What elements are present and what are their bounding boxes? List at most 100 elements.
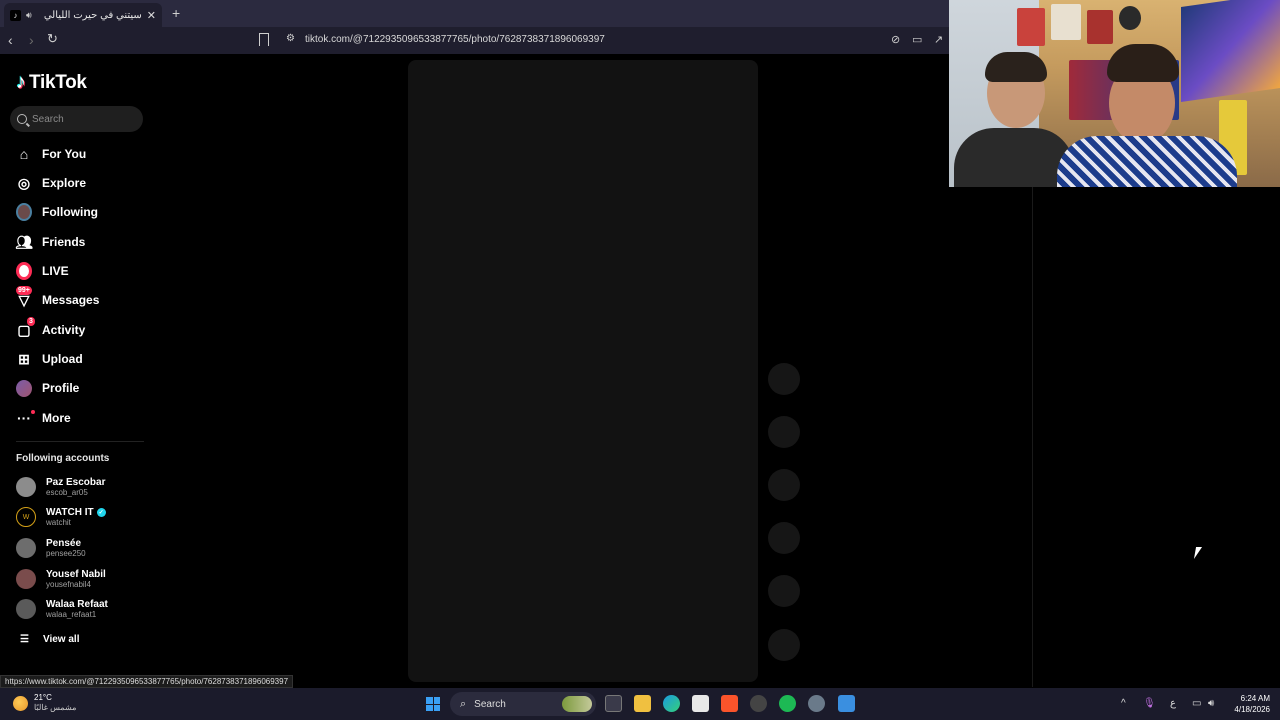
nav-label: LIVE <box>42 264 69 278</box>
following-avatar-icon <box>16 203 32 221</box>
new-tab-icon[interactable]: + <box>172 5 180 21</box>
edge-icon[interactable] <box>663 695 680 712</box>
reload-icon[interactable]: ↻ <box>47 31 58 47</box>
home-icon: ⌂ <box>19 146 29 162</box>
tiktok-favicon-icon: ♪ <box>10 9 21 21</box>
network-icon[interactable]: ▭ <box>1192 698 1201 709</box>
account-name: Walaa Refaat <box>46 599 108 610</box>
nav-explore[interactable]: ◎ Explore <box>16 172 86 194</box>
account-item[interactable]: Pensée pensee250 <box>16 538 86 558</box>
search-icon: ⌕ <box>460 697 467 710</box>
nav-upload[interactable]: ⊞ Upload <box>16 348 83 370</box>
clock-time: 6:24 AM <box>1240 694 1270 703</box>
view-all-button[interactable]: ☰ View all <box>20 634 79 645</box>
search-box[interactable] <box>10 106 143 132</box>
sound-disc-placeholder[interactable] <box>768 629 800 661</box>
live-icon <box>16 262 32 280</box>
account-item[interactable]: Yousef Nabil yousefnabil4 <box>16 569 106 589</box>
poster <box>1119 6 1141 30</box>
person-hair <box>985 52 1047 82</box>
comment-button-placeholder[interactable] <box>768 416 800 448</box>
link-status-url: https://www.tiktok.com/@7122935096533877… <box>0 675 294 688</box>
volume-icon[interactable]: 🔊︎ <box>1208 698 1214 709</box>
verified-icon: ✓ <box>96 508 106 517</box>
activity-icon: ▢ 3 <box>17 317 35 338</box>
sidebar-divider <box>16 441 144 442</box>
search-highlight-image <box>562 696 592 712</box>
avatar <box>16 569 36 589</box>
bookmark-icon[interactable] <box>259 33 269 46</box>
photo-loading-placeholder[interactable] <box>408 60 758 682</box>
nav-label: Activity <box>42 323 86 337</box>
account-item[interactable]: W WATCH IT ✓ watchit <box>16 507 106 527</box>
more-actions-placeholder[interactable] <box>768 575 800 607</box>
tiktok-logo[interactable]: ♪ TikTok <box>16 71 87 94</box>
activity-badge: 3 <box>27 317 35 326</box>
tab-title: سيتني في حيرت الليالي <box>43 9 142 21</box>
input-method[interactable]: ع <box>1170 698 1176 709</box>
weather-widget[interactable]: 21°C مشمس غالبًا <box>13 693 76 713</box>
app-icon[interactable] <box>838 695 855 712</box>
nav-live[interactable]: LIVE <box>16 260 69 282</box>
nav-activity[interactable]: ▢ 3 Activity <box>16 317 86 341</box>
site-info-icon[interactable]: ⚙ <box>286 33 295 44</box>
account-item[interactable]: Paz Escobar escob_ar05 <box>16 477 105 497</box>
forward-icon[interactable]: › <box>29 32 34 48</box>
account-name: Yousef Nabil <box>46 569 106 580</box>
sun-icon <box>13 695 28 711</box>
speaker-icon[interactable]: 🔊︎ <box>26 10 32 21</box>
account-name: WATCH IT <box>46 507 94 518</box>
microphone-icon[interactable]: 🎙︎ <box>1143 698 1156 709</box>
app-icon[interactable] <box>750 695 767 712</box>
nav-label: For You <box>42 147 87 161</box>
task-view-icon[interactable] <box>605 695 622 712</box>
poster <box>1087 10 1113 44</box>
favorite-button-placeholder[interactable] <box>768 469 800 501</box>
nav-for-you[interactable]: ⌂ For You <box>16 143 86 165</box>
taskbar-search[interactable]: ⌕ Search <box>450 692 596 716</box>
messages-icon: ▽ 99+ <box>16 286 32 308</box>
list-icon: ☰ <box>20 634 29 645</box>
taskbar-clock[interactable]: 6:24 AM 4/18/2026 <box>1226 693 1270 715</box>
temperature: 21°C <box>34 693 52 702</box>
comments-panel-divider <box>1032 187 1033 687</box>
nav-messages[interactable]: ▽ 99+ Messages <box>16 286 99 311</box>
store-icon[interactable] <box>692 695 709 712</box>
avatar: W <box>16 507 36 527</box>
account-username: escob_ar05 <box>46 488 88 497</box>
search-icon <box>17 114 27 124</box>
browser-tab[interactable]: ♪ 🔊︎ سيتني في حيرت الليالي ✕ <box>4 3 162 27</box>
settings-gear-icon[interactable] <box>808 695 825 712</box>
nav-more[interactable]: ··· More <box>16 407 71 429</box>
share-button-placeholder[interactable] <box>768 522 800 554</box>
account-username: watchit <box>46 518 71 527</box>
windows-start-icon[interactable] <box>426 697 440 711</box>
chevron-up-icon[interactable]: ^ <box>1121 698 1126 709</box>
avatar <box>16 599 36 619</box>
brave-icon[interactable] <box>721 695 738 712</box>
reader-off-icon[interactable]: ⊘ <box>891 33 900 46</box>
spotify-icon[interactable] <box>779 695 796 712</box>
share-icon[interactable]: ↗ <box>934 33 943 46</box>
webcam-overlay <box>949 0 1280 187</box>
back-icon[interactable]: ‹ <box>8 32 13 48</box>
cast-icon[interactable]: ▭ <box>912 33 922 46</box>
messages-badge: 99+ <box>16 286 32 295</box>
search-input[interactable] <box>32 113 132 125</box>
close-tab-icon[interactable]: ✕ <box>147 9 156 22</box>
account-item[interactable]: Walaa Refaat walaa_refaat1 <box>16 599 108 619</box>
file-explorer-icon[interactable] <box>634 695 651 712</box>
like-button-placeholder[interactable] <box>768 363 800 395</box>
nav-label: Upload <box>42 352 83 366</box>
nav-following[interactable]: Following <box>16 201 98 223</box>
address-bar[interactable]: tiktok.com/@7122935096533877765/photo/76… <box>305 34 605 45</box>
nav-profile[interactable]: Profile <box>16 377 79 399</box>
clock-date: 4/18/2026 <box>1234 705 1270 714</box>
avatar <box>16 477 36 497</box>
nav-label: More <box>42 411 71 425</box>
person-hair <box>1107 44 1179 82</box>
more-notification-dot <box>31 410 35 414</box>
mouse-cursor-icon <box>1193 547 1207 559</box>
friends-icon: 👥︎ <box>15 233 33 250</box>
nav-friends[interactable]: 👥︎ Friends <box>15 231 85 253</box>
